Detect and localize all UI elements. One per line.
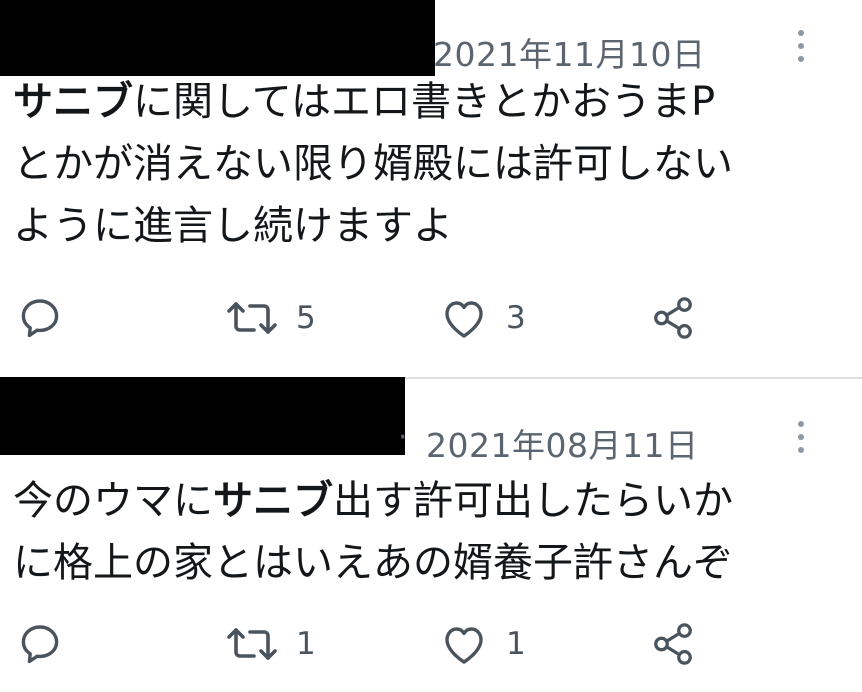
- retweet-button[interactable]: 1: [226, 622, 316, 666]
- reply-button[interactable]: [16, 294, 64, 342]
- tweet-card[interactable]: 2021年11月10日 サニブに関してはエロ書きとかおうまP とかが消えない限り…: [0, 0, 862, 377]
- date-separator: ·: [398, 420, 408, 455]
- share-icon: [650, 295, 696, 341]
- tweet-text-line-1-rest: に関してはエロ書きとかおうまP: [133, 79, 716, 125]
- mention-bold: サニブ: [13, 79, 133, 125]
- reply-button[interactable]: [16, 620, 64, 668]
- like-button[interactable]: 1: [440, 622, 526, 666]
- tweet-text-line-1: 今のウマにサニブ出す許可出したらいか: [13, 470, 733, 532]
- tweet-text-line-1: サニブに関してはエロ書きとかおうまP: [13, 71, 733, 133]
- share-icon: [650, 621, 696, 667]
- retweet-count: 1: [296, 626, 316, 662]
- tweet-text-line-2: に格上の家とはいえあの婿養子許さんぞ: [13, 540, 733, 586]
- redacted-author-block-top: [0, 0, 418, 20]
- retweet-icon: [226, 296, 278, 340]
- redacted-author-block-edge: [0, 385, 70, 393]
- tweet-text: サニブに関してはエロ書きとかおうまP とかが消えない限り婿殿には許可しない よう…: [13, 71, 733, 257]
- heart-icon: [440, 296, 488, 340]
- tweet-text-line-1-post: 出す許可出したらいか: [333, 478, 733, 524]
- tweet-text-line-2: とかが消えない限り婿殿には許可しない: [13, 141, 733, 187]
- tweet-text-line-3: ように進言し続けますよ: [13, 203, 453, 249]
- tweet-date[interactable]: 2021年11月10日: [433, 28, 705, 76]
- heart-icon: [440, 622, 488, 666]
- like-count: 3: [506, 300, 526, 336]
- like-count: 1: [506, 626, 526, 662]
- retweet-icon: [226, 622, 278, 666]
- mention-bold: サニブ: [213, 478, 333, 524]
- reply-icon: [16, 620, 64, 668]
- like-button[interactable]: 3: [440, 296, 526, 340]
- reply-icon: [16, 294, 64, 342]
- tweet-text: 今のウマにサニブ出す許可出したらいか に格上の家とはいえあの婿養子許さんぞ: [13, 470, 733, 594]
- tweet-date[interactable]: 2021年08月11日: [426, 419, 698, 467]
- retweet-count: 5: [296, 300, 316, 336]
- share-button[interactable]: [650, 621, 696, 667]
- tweet-text-line-1-pre: 今のウマに: [13, 478, 213, 524]
- tweet-card[interactable]: · 2021年08月11日 今のウマにサニブ出す許可出したらいか に格上の家とは…: [0, 377, 862, 692]
- more-options-icon[interactable]: [795, 419, 807, 459]
- retweet-button[interactable]: 5: [226, 296, 316, 340]
- share-button[interactable]: [650, 295, 696, 341]
- more-options-icon[interactable]: [795, 28, 807, 68]
